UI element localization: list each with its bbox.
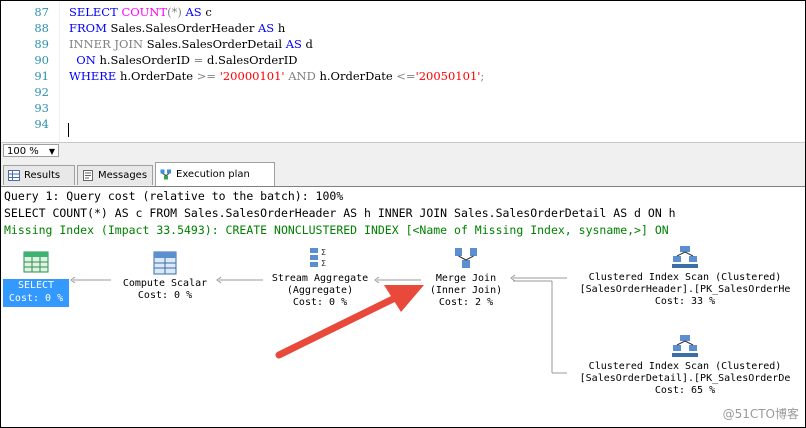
plan-node-stream-aggregate[interactable]: ΣΣ Stream Aggregate (Aggregate) Cost: 0 … (263, 246, 377, 309)
missing-index-hint[interactable]: Missing Index (Impact 33.5493): CREATE N… (4, 222, 669, 238)
tab-messages[interactable]: Messages (77, 165, 153, 185)
zoom-dropdown[interactable]: 100 % ▼ (3, 144, 59, 157)
query-cost-header: Query 1: Query cost (relative to the bat… (4, 189, 344, 203)
operator: >= (196, 69, 220, 83)
clustered-index-scan-icon (672, 246, 698, 268)
node-subtitle: [SalesOrderDetail].[PK_SalesOrderDe (579, 373, 791, 384)
string-literal: '20000101' (219, 69, 285, 83)
merge-join-icon (455, 248, 477, 268)
node-name: Compute Scalar (122, 278, 208, 289)
identifier: h (277, 21, 286, 35)
node-subtitle: [SalesOrderHeader].[PK_SalesOrderHe (579, 284, 791, 295)
plan-node-clustered-index-scan-detail[interactable]: Clustered Index Scan (Clustered) [SalesO… (567, 334, 803, 397)
keyword-from: FROM (69, 21, 111, 35)
node-name: Clustered Index Scan (Clustered) (588, 272, 782, 283)
keyword-select: SELECT (69, 5, 122, 19)
plan-node-select[interactable] (3, 251, 69, 276)
node-name: SELECT (17, 280, 55, 291)
identifier: h.SalesOrderID (99, 53, 194, 67)
operator: (*) (167, 5, 182, 19)
plan-node-clustered-index-scan-header[interactable]: Clustered Index Scan (Clustered) [SalesO… (567, 245, 803, 308)
svg-text:Σ: Σ (321, 248, 326, 257)
sql-management-studio-window: 87 88 89 90 91 92 93 94 SELECT COUNT(*) … (0, 0, 806, 428)
query-editor[interactable]: 87 88 89 90 91 92 93 94 SELECT COUNT(*) … (1, 1, 805, 142)
keyword-on: ON (69, 53, 100, 67)
identifier: d (305, 37, 313, 51)
string-literal: '20050101' (415, 69, 481, 83)
line-number: 88 (34, 21, 49, 35)
plan-node-select-label[interactable]: SELECT Cost: 0 % (3, 279, 69, 307)
node-cost: Cost: 0 % (292, 297, 348, 308)
identifier: h.OrderDate (119, 69, 197, 83)
code-line-89[interactable]: INNER JOIN Sales.SalesOrderDetail AS d (69, 36, 313, 52)
keyword-as: AS (285, 37, 306, 51)
line-number: 93 (34, 101, 49, 115)
node-name: Merge Join (435, 273, 497, 284)
svg-text:Σ: Σ (321, 259, 326, 268)
tab-label: Execution plan (176, 169, 250, 180)
zoom-value: 100 % (7, 146, 39, 157)
keyword-and: AND (284, 69, 320, 83)
operator: = (193, 53, 207, 67)
line-number: 87 (34, 5, 49, 19)
line-number: 91 (34, 69, 49, 83)
semicolon: ; (480, 69, 485, 83)
code-line-88[interactable]: FROM Sales.SalesOrderHeader AS h (69, 20, 285, 36)
node-cost: Cost: 65 % (654, 385, 716, 396)
node-name: Stream Aggregate (271, 273, 369, 284)
compute-scalar-icon (153, 251, 177, 275)
keyword-as: AS (181, 5, 206, 19)
execution-plan-icon (160, 169, 171, 180)
node-name: Clustered Index Scan (Clustered) (588, 361, 782, 372)
identifier: Sales.SalesOrderHeader (110, 21, 258, 35)
identifier: c (205, 5, 212, 19)
stream-aggregate-icon: ΣΣ (310, 248, 326, 268)
line-number: 89 (34, 37, 49, 51)
identifier: Sales.SalesOrderDetail (146, 37, 286, 51)
text-cursor (68, 123, 69, 137)
operator: <= (396, 69, 416, 83)
code-line-87[interactable]: SELECT COUNT(*) AS c (69, 4, 212, 20)
node-cost: Cost: 0 % (137, 290, 193, 301)
line-number: 92 (34, 85, 49, 99)
chevron-down-icon: ▼ (48, 147, 55, 156)
result-grid-icon (23, 251, 49, 273)
node-cost: Cost: 2 % (438, 297, 494, 308)
line-number: 94 (34, 117, 49, 131)
node-subtitle: (Inner Join) (429, 285, 503, 296)
node-cost: Cost: 0 % (8, 293, 64, 304)
line-number: 90 (34, 53, 49, 67)
identifier: d.SalesOrderID (206, 53, 298, 67)
line-number-gutter: 87 88 89 90 91 92 93 94 (1, 1, 55, 142)
keyword-as: AS (258, 21, 278, 35)
node-cost: Cost: 33 % (654, 296, 716, 307)
keyword-where: WHERE (69, 69, 120, 83)
tab-label: Results (24, 170, 61, 181)
clustered-index-scan-icon (672, 335, 698, 357)
grid-icon (8, 170, 20, 181)
selection-margin (59, 1, 60, 142)
results-tab-strip: Results Messages Execution plan (1, 160, 805, 187)
tab-label: Messages (98, 170, 148, 181)
message-icon (83, 170, 93, 181)
editor-status-bar: 100 % ▼ (1, 142, 805, 160)
plan-node-compute-scalar[interactable]: Compute Scalar Cost: 0 % (111, 251, 219, 302)
watermark: @51CTO博客 (722, 407, 799, 421)
keyword-inner-join: INNER JOIN (69, 37, 147, 51)
tab-execution-plan[interactable]: Execution plan (155, 162, 275, 186)
function-count: COUNT (121, 5, 168, 19)
query-sql-text: SELECT COUNT(*) AS c FROM Sales.SalesOrd… (4, 206, 676, 220)
code-line-91[interactable]: WHERE h.OrderDate >= '20000101' AND h.Or… (69, 68, 484, 84)
tab-results[interactable]: Results (3, 165, 75, 185)
code-line-90[interactable]: ON h.SalesOrderID = d.SalesOrderID (69, 52, 297, 68)
identifier: h.OrderDate (319, 69, 397, 83)
node-subtitle: (Aggregate) (286, 285, 354, 296)
plan-node-merge-join[interactable]: Merge Join (Inner Join) Cost: 2 % (421, 246, 511, 309)
